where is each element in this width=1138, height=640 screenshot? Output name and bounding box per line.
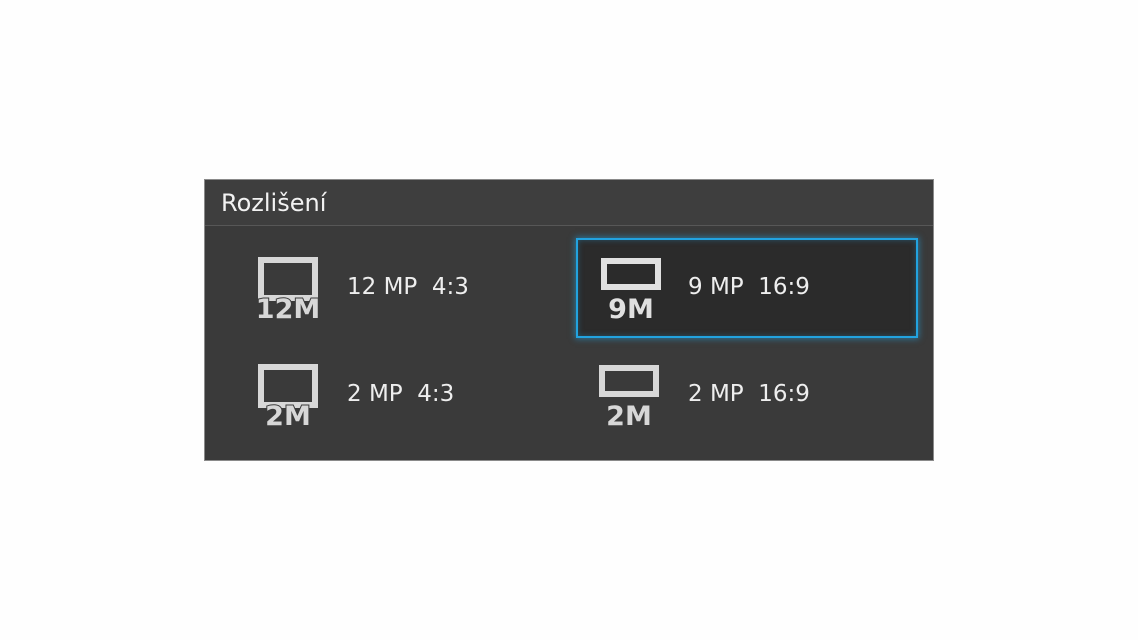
option-label: 9 MP 16:9 bbox=[688, 274, 810, 300]
icon-label: 2M bbox=[265, 401, 311, 429]
icon-label: 9M bbox=[608, 294, 654, 322]
option-12mp-4-3[interactable]: 12M 12 MP 4:3 bbox=[220, 238, 562, 338]
option-2mp-4-3[interactable]: 2M 2 MP 4:3 bbox=[220, 345, 562, 445]
resolution-4-3-icon: 2M bbox=[258, 364, 318, 429]
option-9mp-16-9[interactable]: 9M 9 MP 16:9 bbox=[576, 238, 918, 338]
option-label: 2 MP 16:9 bbox=[688, 381, 810, 407]
resolution-4-3-icon: 12M bbox=[256, 257, 320, 322]
resolution-16-9-icon: 9M bbox=[601, 258, 661, 322]
resolution-16-9-icon: 2M bbox=[599, 365, 659, 429]
option-2mp-16-9[interactable]: 2M 2 MP 16:9 bbox=[576, 345, 918, 445]
resolution-dialog: Rozlišení 12M 12 MP 4:3 9M 9 MP 16:9 2M … bbox=[204, 179, 934, 461]
option-label: 2 MP 4:3 bbox=[347, 381, 455, 407]
option-label: 12 MP 4:3 bbox=[347, 274, 469, 300]
icon-label: 2M bbox=[606, 401, 652, 429]
dialog-header: Rozlišení bbox=[205, 180, 933, 226]
icon-label: 12M bbox=[256, 294, 320, 322]
dialog-title: Rozlišení bbox=[221, 189, 327, 217]
